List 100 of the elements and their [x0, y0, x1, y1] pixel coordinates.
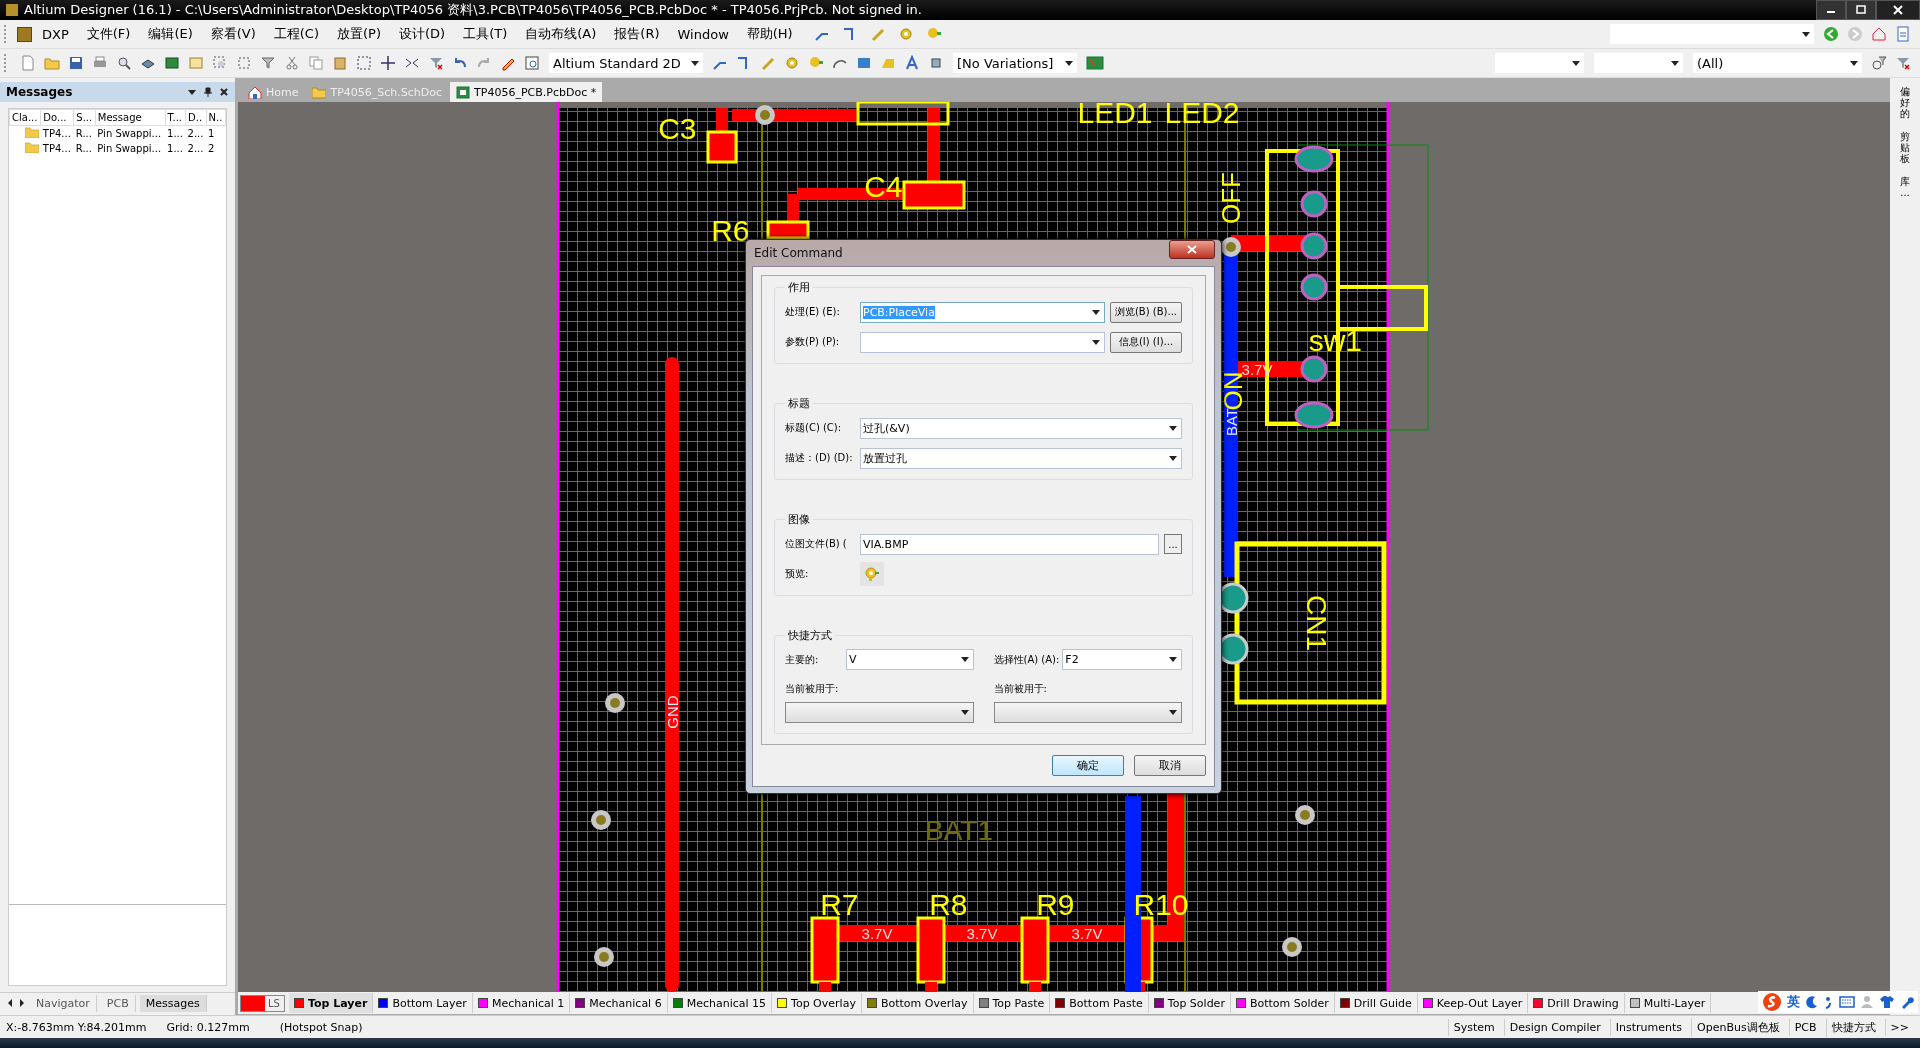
- layer-tab[interactable]: Multi-Layer: [1624, 993, 1712, 1013]
- scroll-left-icon[interactable]: [6, 998, 14, 1008]
- save-icon[interactable]: [68, 55, 84, 71]
- layer-tab[interactable]: Mechanical 15: [667, 993, 773, 1013]
- layer-tab[interactable]: Top Paste: [973, 993, 1051, 1013]
- browse-button[interactable]: ...: [1164, 534, 1182, 554]
- filter-icon[interactable]: [1871, 55, 1887, 71]
- panel-tab[interactable]: PCB: [100, 994, 136, 1012]
- layer-tab[interactable]: Top Overlay: [772, 993, 862, 1013]
- primary-shortcut-combo[interactable]: V: [846, 649, 974, 670]
- menu-item[interactable]: 察看(V): [202, 25, 264, 43]
- panel-tab[interactable]: Messages: [139, 994, 207, 1012]
- scissors-icon[interactable]: [284, 55, 300, 71]
- paste-icon[interactable]: [332, 55, 348, 71]
- keyboard-icon[interactable]: [1839, 995, 1855, 1009]
- menu-item[interactable]: DXP: [34, 26, 77, 42]
- layer-tab[interactable]: Drill Guide: [1334, 993, 1418, 1013]
- column-header[interactable]: T...: [165, 109, 186, 126]
- used-by-combo[interactable]: [993, 702, 1182, 723]
- close-button[interactable]: [1876, 0, 1920, 20]
- menu-item[interactable]: 编辑(E): [140, 25, 201, 43]
- column-header[interactable]: D..: [185, 109, 207, 126]
- refresh-icon[interactable]: [1895, 26, 1911, 42]
- panel-button[interactable]: PCB: [1788, 1018, 1822, 1036]
- info-button[interactable]: 信息(I) (I)...: [1110, 331, 1182, 353]
- clear-filter-icon[interactable]: [1895, 55, 1911, 71]
- maximize-button[interactable]: [1846, 0, 1876, 20]
- column-header[interactable]: N..: [206, 109, 226, 126]
- side-panel-tab[interactable]: 库...: [1899, 176, 1911, 198]
- menu-item[interactable]: 工具(T): [455, 25, 516, 43]
- ok-button[interactable]: 确定: [1052, 755, 1124, 776]
- pad-icon[interactable]: [784, 55, 800, 71]
- description-combo[interactable]: 放置过孔: [860, 447, 1182, 469]
- panel-button[interactable]: Design Compiler: [1503, 1018, 1606, 1036]
- panel-button[interactable]: System: [1447, 1018, 1500, 1036]
- shirt-icon[interactable]: [1879, 995, 1895, 1009]
- filter-dropdown[interactable]: (All): [1693, 53, 1862, 73]
- browser-icon[interactable]: [524, 55, 540, 71]
- layer-tab[interactable]: Keep-Out Layer: [1417, 993, 1529, 1013]
- panel-button[interactable]: 快捷方式: [1825, 1017, 1881, 1037]
- dropdown-icon[interactable]: [187, 87, 197, 97]
- layer-tab[interactable]: Drill Drawing: [1528, 993, 1625, 1013]
- home-icon[interactable]: [1871, 26, 1887, 42]
- clear-filter-icon[interactable]: [428, 55, 444, 71]
- menu-item[interactable]: 放置(P): [329, 25, 389, 43]
- menu-item[interactable]: 帮助(H): [738, 25, 801, 43]
- punctuation-icon[interactable]: [1824, 995, 1834, 1009]
- browse-button[interactable]: 浏览(B) (B)...: [1110, 301, 1182, 323]
- menu-item[interactable]: 自动布线(A): [517, 25, 605, 43]
- select-icon[interactable]: [356, 55, 372, 71]
- column-header[interactable]: Message: [95, 109, 166, 126]
- layer-tab[interactable]: Bottom Paste: [1050, 993, 1149, 1013]
- back-icon[interactable]: [1823, 26, 1839, 42]
- zoom-select-icon[interactable]: [236, 55, 252, 71]
- side-panel-tab[interactable]: 偏好的: [1899, 86, 1911, 119]
- panel-tab[interactable]: Navigator: [30, 994, 97, 1012]
- layer-tab[interactable]: Bottom Overlay: [861, 993, 974, 1013]
- component-icon[interactable]: [928, 55, 944, 71]
- magnifier-icon[interactable]: [116, 55, 132, 71]
- menu-item[interactable]: 设计(D): [391, 25, 454, 43]
- pin-icon[interactable]: [203, 87, 213, 97]
- bitmap-field[interactable]: VIA.BMP: [860, 533, 1159, 555]
- new-file-icon[interactable]: [20, 55, 36, 71]
- menu-item[interactable]: Window: [669, 26, 737, 42]
- document-tab[interactable]: TP4056_PCB.PcbDoc *: [450, 82, 603, 102]
- scroll-right-icon[interactable]: [18, 998, 26, 1008]
- panel-button[interactable]: OpenBus调色板: [1691, 1017, 1785, 1037]
- pad-icon[interactable]: [897, 26, 914, 42]
- move-icon[interactable]: [380, 55, 396, 71]
- close-icon[interactable]: [219, 87, 229, 97]
- layer-tab[interactable]: Top Layer: [288, 993, 374, 1013]
- menu-item[interactable]: 报告(R): [606, 25, 668, 43]
- panel-button[interactable]: Instruments: [1609, 1018, 1688, 1036]
- menu-item[interactable]: 文件(F): [78, 25, 139, 43]
- variations-dropdown[interactable]: [No Variations]: [953, 53, 1077, 73]
- language-toggle[interactable]: 英: [1787, 993, 1800, 1011]
- view-mode-dropdown[interactable]: Altium Standard 2D: [549, 53, 703, 73]
- layer-tab[interactable]: Mechanical 1: [472, 993, 571, 1013]
- side-panel-tab[interactable]: 剪贴板: [1899, 131, 1911, 164]
- alternative-shortcut-combo[interactable]: F2: [1062, 649, 1182, 670]
- ime-logo-icon[interactable]: [1762, 992, 1782, 1012]
- folder-icon[interactable]: [44, 55, 60, 71]
- column-header[interactable]: Do...: [40, 109, 74, 126]
- text-icon[interactable]: [904, 55, 920, 71]
- moon-icon[interactable]: [1805, 995, 1819, 1009]
- layer-tab[interactable]: Bottom Layer: [373, 993, 473, 1013]
- minimize-button[interactable]: [1816, 0, 1846, 20]
- close-button[interactable]: [1169, 240, 1215, 259]
- caption-combo[interactable]: 过孔(&V): [860, 417, 1182, 439]
- column-header[interactable]: S...: [73, 109, 96, 126]
- layer-tab[interactable]: Top Solder: [1148, 993, 1231, 1013]
- used-by-combo[interactable]: [785, 702, 974, 723]
- layer-tab[interactable]: Mechanical 6: [570, 993, 668, 1013]
- wrench-icon[interactable]: [1900, 995, 1914, 1009]
- fill-icon[interactable]: [856, 55, 872, 71]
- filter-icon[interactable]: [260, 55, 276, 71]
- column-header[interactable]: Cla...: [9, 109, 41, 126]
- cancel-button[interactable]: 取消: [1134, 755, 1206, 776]
- board-icon[interactable]: [164, 55, 180, 71]
- layer-tab[interactable]: Bottom Solder: [1230, 993, 1335, 1013]
